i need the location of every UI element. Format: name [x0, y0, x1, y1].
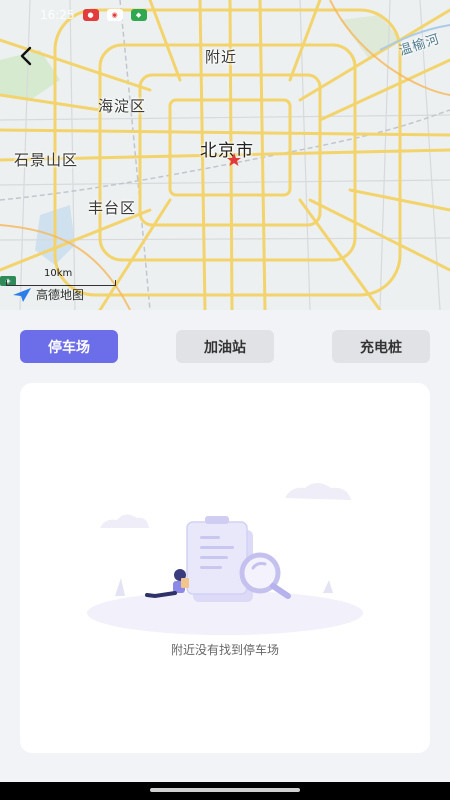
tab-parking[interactable]: 停车场 [20, 330, 118, 363]
back-button[interactable] [12, 42, 40, 70]
category-tabs: 停车场 加油站 充电桩 [0, 310, 450, 380]
chevron-left-icon [20, 46, 32, 66]
empty-state-message: 附近没有找到停车场 [170, 643, 279, 657]
tab-label: 停车场 [48, 339, 90, 356]
map-scale: 10km [6, 268, 116, 288]
tab-charging-pile[interactable]: 充电桩 [332, 330, 430, 363]
status-bar: 16:25 ● ◉ ◆ [0, 0, 450, 30]
results-card: 附近没有找到停车场 [20, 383, 430, 753]
tab-label: 充电桩 [360, 339, 402, 356]
map-label-nearby: 附近 [205, 48, 238, 66]
weibo-icon: ◉ [106, 9, 123, 21]
map-label-haidian: 海淀区 [98, 97, 147, 115]
green-app-icon: ◆ [130, 9, 147, 21]
tab-gas-station[interactable]: 加油站 [176, 330, 274, 363]
map-view[interactable]: 16:25 ● ◉ ◆ 附近 海淀区 北京市 石景山区 丰台区 温榆河 ◈ 10… [0, 0, 450, 310]
map-label-shijingshan: 石景山区 [14, 151, 79, 169]
map-logo-text: 高德地图 [36, 288, 85, 302]
red-app-icon: ● [82, 9, 99, 21]
status-time: 16:25 [40, 8, 75, 22]
map-logo: 高德地图 [12, 286, 84, 303]
system-nav-bar [0, 782, 450, 800]
star-marker-icon [227, 153, 241, 166]
home-indicator[interactable] [150, 788, 300, 792]
scale-label: 10km [44, 268, 73, 279]
amap-logo-icon [13, 287, 31, 302]
empty-search-illustration [87, 483, 363, 635]
map-label-fengtai: 丰台区 [88, 199, 137, 217]
tab-label: 加油站 [204, 339, 246, 356]
